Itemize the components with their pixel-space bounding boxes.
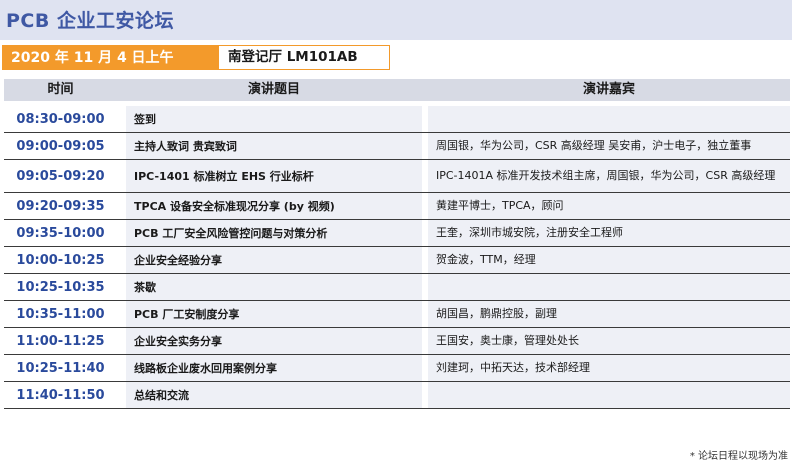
row-topic: 企业安全经验分享 xyxy=(126,247,422,273)
table-row: 09:20-09:35 TPCA 设备安全标准现况分享 (by 视频) 黄建平博… xyxy=(4,193,790,220)
row-speaker: 刘建珂，中拓天达，技术部经理 xyxy=(428,355,790,381)
schedule-table: 08:30-09:00 签到 09:00-09:05 主持人致词 贵宾致词 周国… xyxy=(4,106,790,409)
table-row: 09:00-09:05 主持人致词 贵宾致词 周国银，华为公司，CSR 高级经理… xyxy=(4,133,790,160)
table-row: 10:25-10:35 茶歇 xyxy=(4,274,790,301)
row-speaker: 王奎，深圳市城安院，注册安全工程师 xyxy=(428,220,790,246)
row-speaker: 黄建平博士，TPCA，顾问 xyxy=(428,193,790,219)
row-speaker xyxy=(428,382,790,408)
row-speaker xyxy=(428,274,790,300)
row-time: 09:05-09:20 xyxy=(16,168,105,184)
row-time: 08:30-09:00 xyxy=(16,111,105,127)
table-row: 09:05-09:20 IPC-1401 标准树立 EHS 行业标杆 IPC-1… xyxy=(4,160,790,193)
row-topic: IPC-1401 标准树立 EHS 行业标杆 xyxy=(126,160,422,192)
table-row: 11:00-11:25 企业安全实务分享 王国安，奥士康，管理处处长 xyxy=(4,328,790,355)
table-row: 10:35-11:00 PCB 厂工安制度分享 胡国昌，鹏鼎控股，副理 xyxy=(4,301,790,328)
row-time: 10:00-10:25 xyxy=(16,252,105,268)
row-topic: 茶歇 xyxy=(126,274,422,300)
row-topic: 企业安全实务分享 xyxy=(126,328,422,354)
row-speaker: 胡国昌，鹏鼎控股，副理 xyxy=(428,301,790,327)
row-time: 09:00-09:05 xyxy=(16,138,105,154)
row-time: 09:20-09:35 xyxy=(16,198,105,214)
row-time: 11:40-11:50 xyxy=(16,387,105,403)
row-speaker: IPC-1401A 标准开发技术组主席，周国银，华为公司，CSR 高级经理 xyxy=(428,160,790,192)
row-topic: PCB 厂工安制度分享 xyxy=(126,301,422,327)
table-row: 09:35-10:00 PCB 工厂安全风险管控问题与对策分析 王奎，深圳市城安… xyxy=(4,220,790,247)
row-time: 10:25-11:40 xyxy=(16,360,105,376)
row-topic: 线路板企业废水回用案例分享 xyxy=(126,355,422,381)
row-topic: PCB 工厂安全风险管控问题与对策分析 xyxy=(126,220,422,246)
table-row: 10:25-11:40 线路板企业废水回用案例分享 刘建珂，中拓天达，技术部经理 xyxy=(4,355,790,382)
header-speaker: 演讲嘉宾 xyxy=(582,82,635,97)
row-topic: 签到 xyxy=(126,106,422,132)
page-title: PCB 企业工安论坛 xyxy=(6,10,174,32)
row-speaker: 周国银，华为公司，CSR 高级经理 吴安甫，沪士电子，独立董事 xyxy=(428,133,790,159)
session-date: 2020 年 11 月 4 日上午 xyxy=(2,45,218,70)
row-topic: TPCA 设备安全标准现况分享 (by 视频) xyxy=(126,193,422,219)
row-speaker: 贺金波，TTM，经理 xyxy=(428,247,790,273)
row-speaker: 王国安，奥士康，管理处处长 xyxy=(428,328,790,354)
table-header: 时间 演讲题目 演讲嘉宾 xyxy=(4,79,790,101)
row-topic: 总结和交流 xyxy=(126,382,422,408)
row-time: 11:00-11:25 xyxy=(16,333,105,349)
row-speaker xyxy=(428,106,790,132)
table-row: 10:00-10:25 企业安全经验分享 贺金波，TTM，经理 xyxy=(4,247,790,274)
session-room: 南登记厅 LM101AB xyxy=(218,45,390,70)
table-row: 08:30-09:00 签到 xyxy=(4,106,790,133)
header-topic: 演讲题目 xyxy=(247,82,300,97)
row-time: 10:35-11:00 xyxy=(16,306,105,322)
table-row: 11:40-11:50 总结和交流 xyxy=(4,382,790,409)
schedule-footnote: * 论坛日程以现场为准 xyxy=(689,451,788,462)
row-topic: 主持人致词 贵宾致词 xyxy=(126,133,422,159)
row-time: 10:25-10:35 xyxy=(16,279,105,295)
row-time: 09:35-10:00 xyxy=(16,225,105,241)
header-time: 时间 xyxy=(47,82,74,97)
